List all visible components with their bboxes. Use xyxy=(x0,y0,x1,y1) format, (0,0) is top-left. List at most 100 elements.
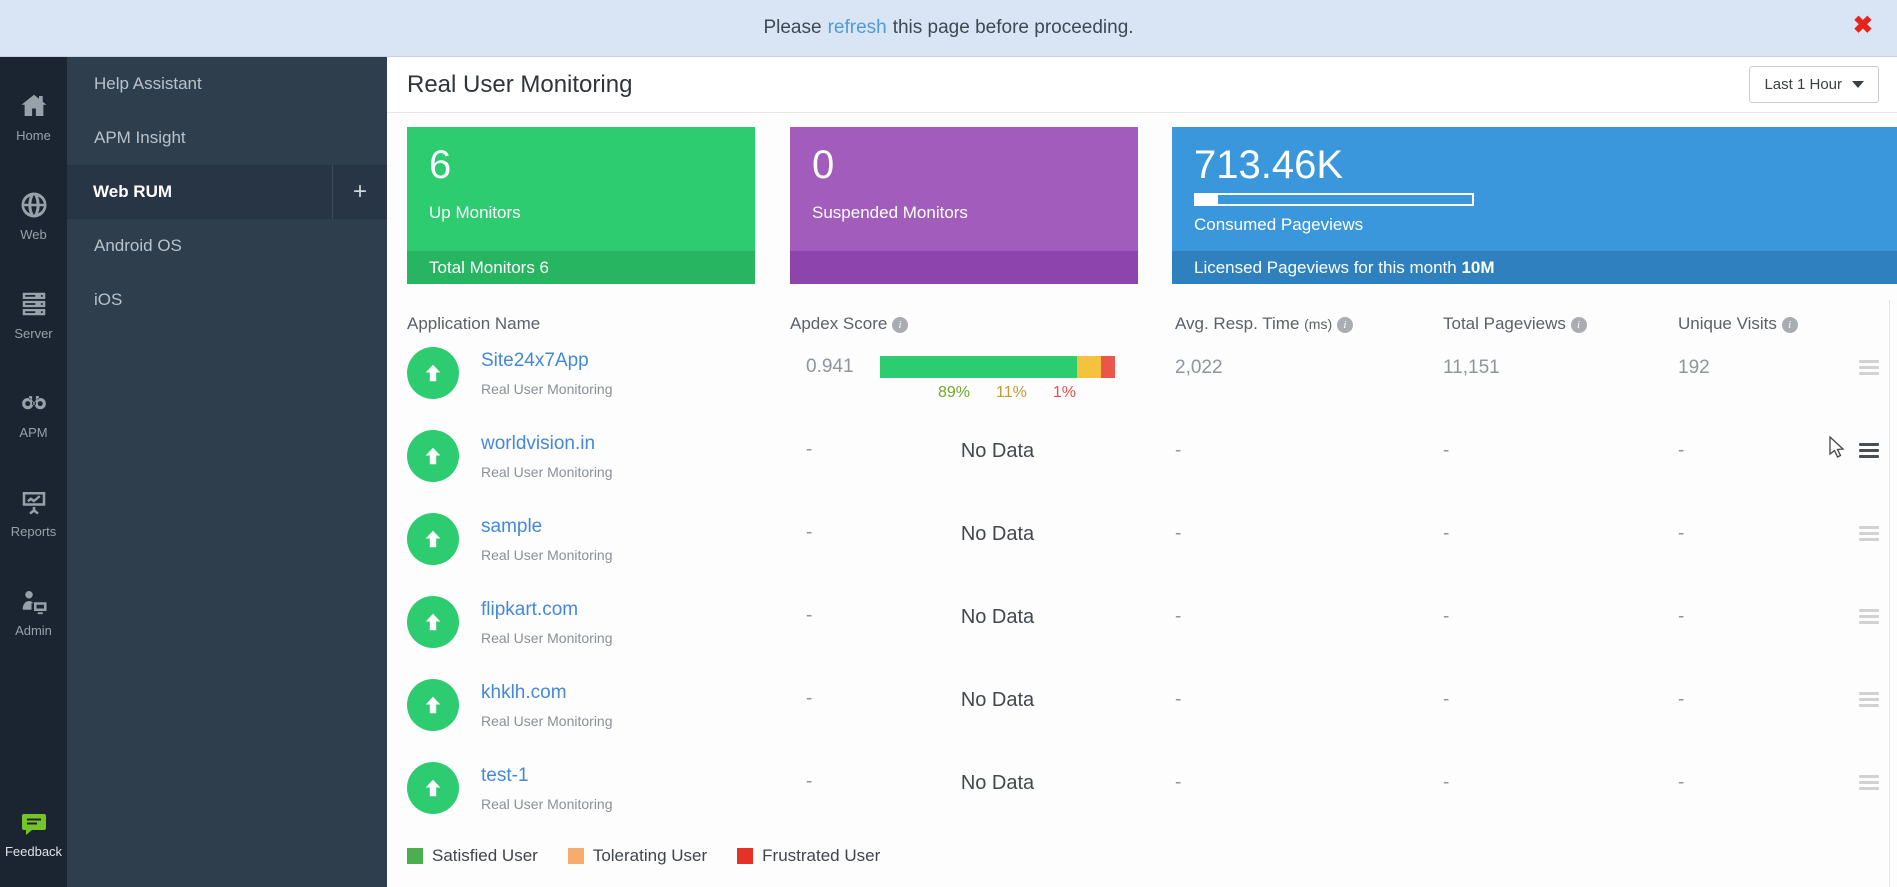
sidebar-item-label: Home xyxy=(16,128,51,143)
avg-resp-info-icon[interactable]: i xyxy=(1337,317,1353,333)
app-link[interactable]: worldvision.in xyxy=(481,433,595,454)
up-monitors-card[interactable]: 6 Up Monitors Total Monitors 6 xyxy=(407,127,755,284)
submenu-item-apm-insight[interactable]: APM Insight xyxy=(67,111,387,165)
scroll-track[interactable] xyxy=(1889,300,1890,887)
visits-value: - xyxy=(1678,587,1850,628)
frustrated-pct: 1% xyxy=(1053,384,1076,402)
pageviews-header-label: Total Pageviews xyxy=(1443,314,1566,333)
avg-resp-value: 2,022 xyxy=(1175,338,1443,379)
sidebar-item-reports[interactable]: Reports xyxy=(0,463,67,562)
apdex-bar xyxy=(880,356,1115,378)
submenu-item-ios[interactable]: iOS xyxy=(67,273,387,327)
row-menu-icon[interactable] xyxy=(1859,443,1879,461)
avg-resp-value: - xyxy=(1175,587,1443,628)
total-monitors-footer: Total Monitors 6 xyxy=(407,251,755,284)
submenu-label: Web RUM xyxy=(93,182,172,202)
monitor-up-icon xyxy=(407,347,459,399)
up-monitors-value: 6 xyxy=(429,141,733,189)
pageviews-value: - xyxy=(1443,421,1678,462)
row-menu-icon[interactable] xyxy=(1859,526,1879,544)
page-header: Real User Monitoring Last 1 Hour xyxy=(387,57,1897,113)
apdex-frustrated-segment xyxy=(1101,356,1115,378)
licensed-pageviews-text: Licensed Pageviews for this month xyxy=(1194,258,1457,277)
col-application-name: Application Name xyxy=(407,314,790,338)
visits-header-label: Unique Visits xyxy=(1678,314,1777,333)
app-link[interactable]: test-1 xyxy=(481,765,529,786)
row-menu-icon[interactable] xyxy=(1859,692,1879,710)
applications-table: Application Name Apdex Score i Avg. Resp… xyxy=(387,284,1897,836)
up-monitors-label: Up Monitors xyxy=(429,203,733,223)
add-monitor-button[interactable]: + xyxy=(332,165,387,219)
licensed-pageviews-value: 10M xyxy=(1461,258,1494,277)
suspended-monitors-value: 0 xyxy=(812,141,1116,189)
chevron-down-icon xyxy=(1852,81,1864,88)
sidebar-item-home[interactable]: Home xyxy=(0,67,67,166)
no-data-label: No Data xyxy=(880,688,1115,712)
submenu-label: APM Insight xyxy=(94,128,186,148)
apdex-percentages: 89% 11% 1% xyxy=(880,384,1115,402)
sidebar-item-admin[interactable]: Admin xyxy=(0,562,67,661)
app-link[interactable]: flipkart.com xyxy=(481,599,578,620)
banner-text-prefix: Please xyxy=(763,17,821,39)
row-menu-icon[interactable] xyxy=(1859,609,1879,627)
submenu-label: Android OS xyxy=(94,236,182,256)
banner-close-icon[interactable]: ✖ xyxy=(1853,14,1873,38)
refresh-banner: Please refresh this page before proceedi… xyxy=(0,0,1897,57)
submenu-label: Help Assistant xyxy=(94,74,202,94)
avg-resp-value: - xyxy=(1175,504,1443,545)
pageviews-progress-fill xyxy=(1196,195,1218,204)
legend-tolerating: Tolerating User xyxy=(568,846,707,866)
monitor-up-icon xyxy=(407,596,459,648)
consumed-pageviews-value: 713.46K xyxy=(1194,141,1875,189)
suspended-monitors-footer xyxy=(790,251,1138,284)
apdex-value: - xyxy=(790,522,858,546)
suspended-monitors-card[interactable]: 0 Suspended Monitors xyxy=(790,127,1138,284)
reports-icon xyxy=(19,487,49,517)
pageviews-value: - xyxy=(1443,753,1678,794)
table-row: flipkart.com Real User Monitoring - No D… xyxy=(407,587,1897,670)
stat-cards: 6 Up Monitors Total Monitors 6 0 Suspend… xyxy=(407,127,1897,284)
sidebar-item-server[interactable]: Server xyxy=(0,265,67,364)
secondary-sidebar: Help Assistant APM Insight Web RUM + And… xyxy=(67,57,387,887)
sidebar-item-label: Admin xyxy=(15,623,52,638)
tolerating-swatch xyxy=(568,848,584,864)
consumed-pageviews-card[interactable]: 713.46K Consumed Pageviews Licensed Page… xyxy=(1172,127,1897,284)
row-menu-icon[interactable] xyxy=(1859,360,1879,378)
frustrated-swatch xyxy=(737,848,753,864)
legend-satisfied: Satisfied User xyxy=(407,846,538,866)
submenu-item-web-rum[interactable]: Web RUM + xyxy=(67,165,387,219)
pageviews-info-icon[interactable]: i xyxy=(1571,317,1587,333)
table-row: khklh.com Real User Monitoring - No Data… xyxy=(407,670,1897,753)
app-link[interactable]: khklh.com xyxy=(481,682,567,703)
banner-text-suffix: this page before proceeding. xyxy=(893,17,1134,39)
app-type: Real User Monitoring xyxy=(481,796,613,812)
pageviews-value: - xyxy=(1443,670,1678,711)
submenu-item-help-assistant[interactable]: Help Assistant xyxy=(67,57,387,111)
visits-value: - xyxy=(1678,421,1850,462)
page-title: Real User Monitoring xyxy=(407,71,632,99)
apdex-tolerating-segment xyxy=(1077,356,1101,378)
pageviews-progress-bar xyxy=(1194,193,1474,206)
feedback-button[interactable]: Feedback xyxy=(0,797,67,873)
app-type: Real User Monitoring xyxy=(481,547,613,563)
app-link[interactable]: Site24x7App xyxy=(481,350,589,371)
tolerating-pct: 11% xyxy=(996,384,1027,402)
sidebar-item-label: Reports xyxy=(11,524,57,539)
home-icon xyxy=(19,91,49,121)
apdex-info-icon[interactable]: i xyxy=(892,317,908,333)
row-menu-icon[interactable] xyxy=(1859,775,1879,793)
globe-icon xyxy=(19,190,49,220)
submenu-item-android-os[interactable]: Android OS xyxy=(67,219,387,273)
app-link[interactable]: sample xyxy=(481,516,542,537)
table-row: test-1 Real User Monitoring - No Data - … xyxy=(407,753,1897,836)
col-apdex-score: Apdex Score i xyxy=(790,314,1175,338)
app-type: Real User Monitoring xyxy=(481,464,613,480)
refresh-link[interactable]: refresh xyxy=(828,17,887,39)
time-range-dropdown[interactable]: Last 1 Hour xyxy=(1749,66,1879,103)
visits-value: 192 xyxy=(1678,338,1850,379)
visits-info-icon[interactable]: i xyxy=(1782,317,1798,333)
apdex-value: - xyxy=(790,688,858,712)
sidebar-item-apm[interactable]: APM xyxy=(0,364,67,463)
legend-label: Satisfied User xyxy=(432,846,538,866)
sidebar-item-web[interactable]: Web xyxy=(0,166,67,265)
